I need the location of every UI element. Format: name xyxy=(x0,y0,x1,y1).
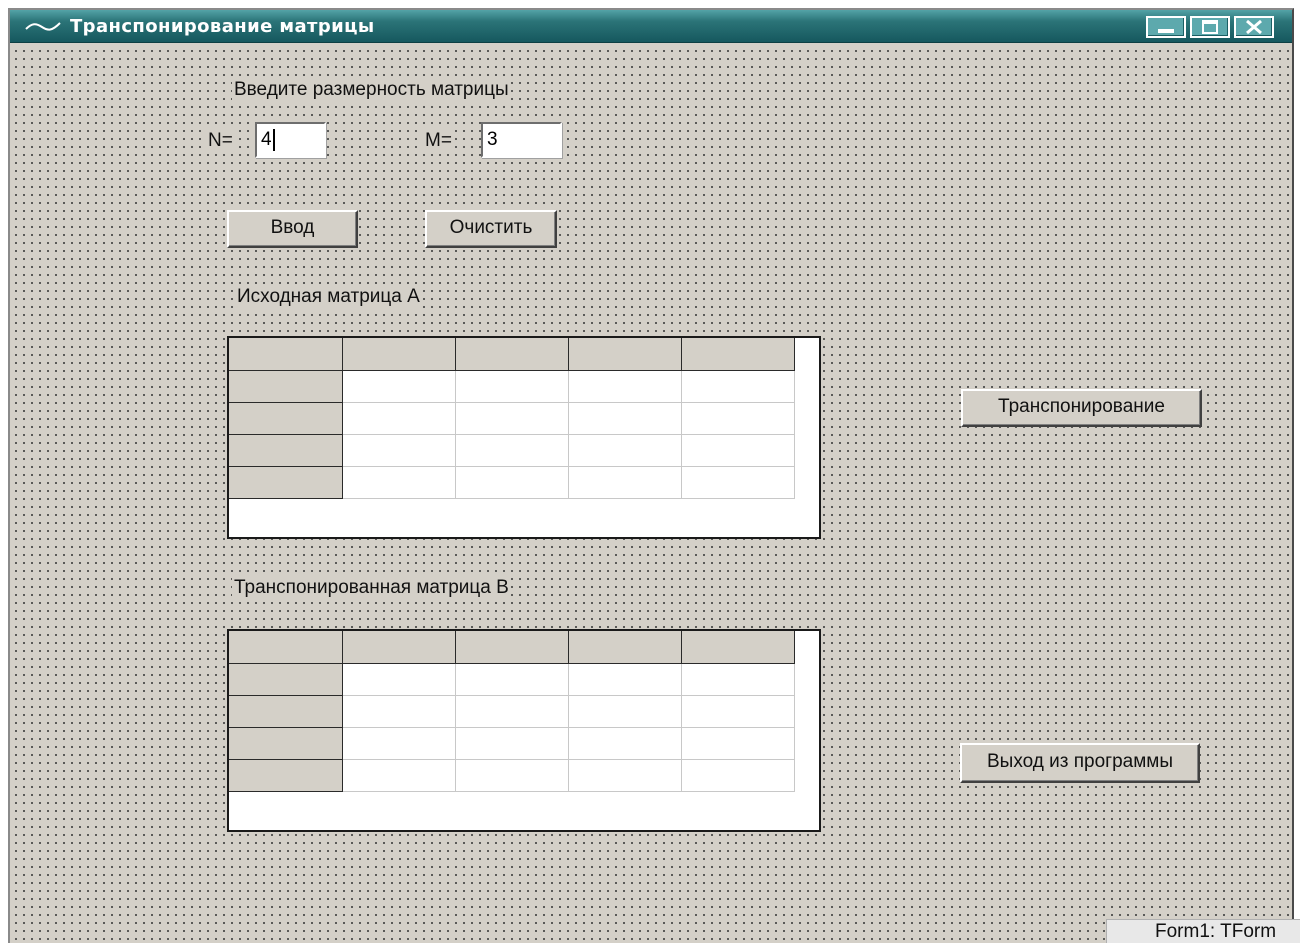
table-row xyxy=(229,631,795,664)
grid-cell xyxy=(229,631,343,664)
dimension-prompt-label: Введите размерность матрицы xyxy=(232,79,511,101)
grid-cell[interactable] xyxy=(342,370,456,403)
grid-cell[interactable] xyxy=(455,727,569,760)
title-bar[interactable]: Транспонирование матрицы xyxy=(10,10,1292,43)
grid-cell[interactable] xyxy=(342,434,456,467)
maximize-icon xyxy=(1202,20,1218,34)
grid-cell[interactable] xyxy=(455,402,569,435)
grid-cell xyxy=(229,727,343,760)
grid-cell xyxy=(229,434,343,467)
grid-cell[interactable] xyxy=(455,759,569,792)
grid-cell[interactable] xyxy=(568,727,682,760)
grid-cell xyxy=(681,338,795,371)
grid-cell[interactable] xyxy=(342,466,456,499)
grid-cell xyxy=(229,695,343,728)
n-label: N= xyxy=(206,130,235,152)
close-button[interactable] xyxy=(1234,16,1274,38)
grid-cell xyxy=(229,338,343,371)
grid-cell[interactable] xyxy=(342,759,456,792)
grid-cell[interactable] xyxy=(568,370,682,403)
table-row xyxy=(229,759,795,792)
window-title: Транспонирование матрицы xyxy=(70,16,375,37)
minimize-icon xyxy=(1158,29,1174,33)
grid-cell[interactable] xyxy=(681,434,795,467)
minimize-button[interactable] xyxy=(1146,16,1186,38)
main-window: Транспонирование матрицы Введите размерн… xyxy=(8,8,1294,943)
grid-cell[interactable] xyxy=(342,663,456,696)
matrix-b-label: Транспонированная матрица B xyxy=(232,577,511,599)
grid-cell[interactable] xyxy=(681,727,795,760)
grid-cell[interactable] xyxy=(455,695,569,728)
grid-cell[interactable] xyxy=(568,695,682,728)
form-status-label: Form1: TForm xyxy=(1106,919,1300,943)
grid-cell[interactable] xyxy=(342,695,456,728)
form-client-area: Введите размерность матрицы N= 4 M= 3 Вв… xyxy=(10,44,1292,943)
grid-cell xyxy=(229,402,343,435)
table-row xyxy=(229,695,795,728)
grid-cell[interactable] xyxy=(455,663,569,696)
maximize-button[interactable] xyxy=(1190,16,1230,38)
n-input[interactable]: 4 xyxy=(255,122,326,158)
grid-cell[interactable] xyxy=(342,727,456,760)
grid-cell[interactable] xyxy=(455,370,569,403)
m-label: M= xyxy=(423,130,454,152)
grid-cell[interactable] xyxy=(568,663,682,696)
grid-cell[interactable] xyxy=(568,434,682,467)
grid-cell xyxy=(455,631,569,664)
close-icon xyxy=(1246,19,1262,35)
grid-cell[interactable] xyxy=(455,466,569,499)
grid-cell[interactable] xyxy=(681,759,795,792)
grid-cell xyxy=(681,631,795,664)
grid-cell xyxy=(568,338,682,371)
grid-cell[interactable] xyxy=(568,466,682,499)
transpose-button[interactable]: Транспонирование xyxy=(961,389,1202,427)
table-row xyxy=(229,727,795,760)
matrix-b-table xyxy=(229,631,795,792)
grid-cell[interactable] xyxy=(681,695,795,728)
grid-cell xyxy=(229,663,343,696)
grid-cell[interactable] xyxy=(342,402,456,435)
n-input-value: 4 xyxy=(261,129,272,150)
grid-cell xyxy=(568,631,682,664)
table-row xyxy=(229,370,795,403)
clear-button[interactable]: Очистить xyxy=(425,210,557,248)
table-row xyxy=(229,663,795,696)
m-input[interactable]: 3 xyxy=(481,122,562,158)
enter-button[interactable]: Ввод xyxy=(227,210,358,248)
matrix-b-grid[interactable] xyxy=(227,629,821,832)
grid-cell[interactable] xyxy=(681,663,795,696)
grid-cell xyxy=(229,466,343,499)
grid-cell[interactable] xyxy=(681,370,795,403)
grid-cell[interactable] xyxy=(568,402,682,435)
table-row xyxy=(229,434,795,467)
matrix-a-label: Исходная матрица A xyxy=(235,286,422,308)
text-caret xyxy=(272,129,275,151)
matrix-a-grid[interactable] xyxy=(227,336,821,539)
grid-cell xyxy=(342,338,456,371)
tilde-wave-icon xyxy=(24,13,64,39)
grid-cell[interactable] xyxy=(681,466,795,499)
grid-cell xyxy=(342,631,456,664)
table-row xyxy=(229,402,795,435)
grid-cell[interactable] xyxy=(568,759,682,792)
exit-button[interactable]: Выход из программы xyxy=(960,743,1200,783)
grid-cell xyxy=(229,370,343,403)
grid-cell xyxy=(229,759,343,792)
table-row xyxy=(229,338,795,371)
grid-cell[interactable] xyxy=(455,434,569,467)
grid-cell xyxy=(455,338,569,371)
table-row xyxy=(229,466,795,499)
matrix-a-table xyxy=(229,338,795,499)
grid-cell[interactable] xyxy=(681,402,795,435)
